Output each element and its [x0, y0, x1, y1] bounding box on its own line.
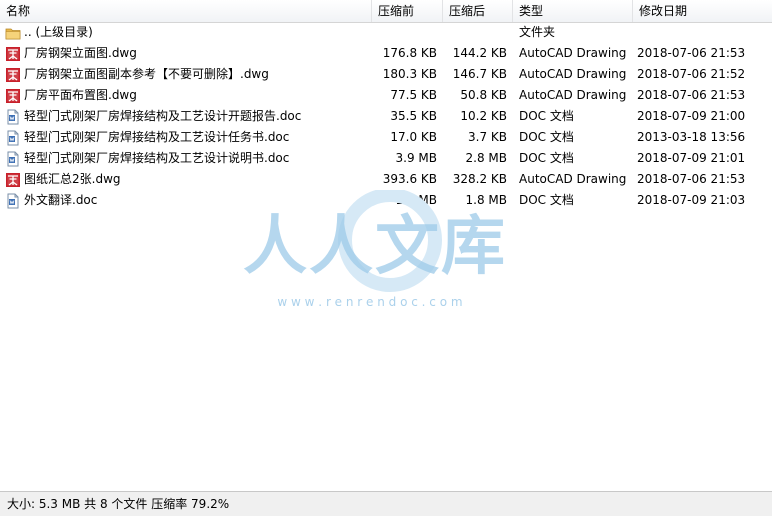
file-name-cell: 厂房钢架立面图.dwg — [0, 43, 372, 64]
table-row[interactable]: 图纸汇总2张.dwg 393.6 KB 328.2 KB AutoCAD Drawin… — [0, 169, 772, 190]
modified-date: 2018-07-09 21:01 — [637, 151, 746, 165]
watermark-url: w w w . r e n r e n d o c . c o m — [277, 295, 462, 309]
compressed-size: 144.2 KB — [452, 46, 507, 60]
modified-date: 2018-07-06 21:53 — [637, 88, 746, 102]
file-name-cell: 厂房平面布置图.dwg — [0, 85, 372, 106]
dwg-file-icon — [5, 67, 21, 83]
compressed-size: 3.7 KB — [468, 130, 507, 144]
dwg-file-icon — [5, 172, 21, 188]
file-type: DOC 文档 — [519, 193, 574, 207]
file-name-cell: 图纸汇总2张.dwg — [0, 169, 372, 190]
file-type: DOC 文档 — [519, 151, 574, 165]
file-name: .. (上级目录) — [24, 25, 93, 39]
column-header-type[interactable]: 类型 — [513, 0, 633, 22]
file-name-cell: 轻型门式刚架厂房焊接结构及工艺设计开题报告.doc — [0, 106, 372, 127]
dwg-file-icon — [5, 88, 21, 104]
file-name: 厂房钢架立面图.dwg — [24, 46, 137, 60]
file-type: DOC 文档 — [519, 130, 574, 144]
original-size: 393.6 KB — [382, 172, 437, 186]
compressed-size: 328.2 KB — [452, 172, 507, 186]
compressed-size: 2.8 MB — [465, 151, 507, 165]
original-size: 35.5 KB — [390, 109, 437, 123]
doc-file-icon — [5, 130, 21, 146]
original-size: 180.3 KB — [382, 67, 437, 81]
file-type: AutoCAD Drawing — [519, 88, 627, 102]
status-bar: 大小: 5.3 MB 共 8 个文件 压缩率 79.2% — [0, 491, 772, 516]
file-name: 轻型门式刚架厂房焊接结构及工艺设计开题报告.doc — [24, 109, 302, 123]
file-type: AutoCAD Drawing — [519, 46, 627, 60]
folder-icon — [5, 25, 21, 41]
file-name: 厂房钢架立面图副本参考【不要可删除】.dwg — [24, 67, 269, 81]
column-header: 名称 压缩前 压缩后 类型 修改日期 — [0, 0, 772, 23]
file-name: 外文翻译.doc — [24, 193, 98, 207]
file-list: .. (上级目录) 文件夹厂房钢架立面图.dwg 176.8 KB 144.2 KB A… — [0, 22, 772, 211]
compressed-size: 146.7 KB — [452, 67, 507, 81]
modified-date: 2013-03-18 13:56 — [637, 130, 746, 144]
file-name: 轻型门式刚架厂房焊接结构及工艺设计任务书.doc — [24, 130, 290, 144]
watermark-title: 人人文库 — [243, 210, 507, 284]
file-name-cell: 厂房钢架立面图副本参考【不要可删除】.dwg — [0, 64, 372, 85]
table-row[interactable]: 轻型门式刚架厂房焊接结构及工艺设计开题报告.doc 35.5 KB 10.2 KB D… — [0, 106, 772, 127]
table-row[interactable]: 外文翻译.doc 1.9 MB 1.8 MB DOC 文档 2018-07-09 21:… — [0, 190, 772, 211]
file-name: 图纸汇总2张.dwg — [24, 172, 121, 186]
file-type: 文件夹 — [519, 25, 556, 39]
file-name: 厂房平面布置图.dwg — [24, 88, 137, 102]
compressed-size: 50.8 KB — [460, 88, 507, 102]
table-row[interactable]: 轻型门式刚架厂房焊接结构及工艺设计任务书.doc 17.0 KB 3.7 KB DOC… — [0, 127, 772, 148]
table-row[interactable]: 厂房钢架立面图.dwg 176.8 KB 144.2 KB AutoCAD Drawi… — [0, 43, 772, 64]
status-text: 大小: 5.3 MB 共 8 个文件 压缩率 79.2% — [7, 497, 230, 511]
original-size: 176.8 KB — [382, 46, 437, 60]
doc-file-icon — [5, 193, 21, 209]
modified-date: 2018-07-06 21:52 — [637, 67, 746, 81]
file-name-cell: 轻型门式刚架厂房焊接结构及工艺设计说明书.doc — [0, 148, 372, 169]
doc-file-icon — [5, 151, 21, 167]
original-size: 17.0 KB — [390, 130, 437, 144]
modified-date: 2018-07-06 21:53 — [637, 46, 746, 60]
parent-directory-row[interactable]: .. (上级目录) 文件夹 — [0, 22, 772, 43]
table-row[interactable]: 轻型门式刚架厂房焊接结构及工艺设计说明书.doc 3.9 MB 2.8 MB DOC … — [0, 148, 772, 169]
original-size: 77.5 KB — [390, 88, 437, 102]
compressed-size: 10.2 KB — [460, 109, 507, 123]
modified-date: 2018-07-09 21:00 — [637, 109, 746, 123]
doc-file-icon — [5, 109, 21, 125]
column-header-original-size[interactable]: 压缩前 — [372, 0, 443, 22]
column-header-name[interactable]: 名称 — [0, 0, 372, 22]
original-size — [372, 22, 443, 43]
file-type: AutoCAD Drawing — [519, 172, 627, 186]
original-size: 3.9 MB — [395, 151, 437, 165]
table-row[interactable]: 厂房钢架立面图副本参考【不要可删除】.dwg 180.3 KB 146.7 KB Au… — [0, 64, 772, 85]
file-name-cell: 轻型门式刚架厂房焊接结构及工艺设计任务书.doc — [0, 127, 372, 148]
column-header-compressed-size[interactable]: 压缩后 — [443, 0, 513, 22]
compressed-size — [443, 22, 513, 43]
file-name-cell: 外文翻译.doc — [0, 190, 372, 211]
original-size: 1.9 MB — [395, 193, 437, 207]
table-row[interactable]: 厂房平面布置图.dwg 77.5 KB 50.8 KB AutoCAD Drawing… — [0, 85, 772, 106]
modified-date: 2018-07-06 21:53 — [637, 172, 746, 186]
dwg-file-icon — [5, 46, 21, 62]
column-header-modified[interactable]: 修改日期 — [633, 0, 772, 22]
file-name-cell: .. (上级目录) — [0, 22, 372, 43]
compressed-size: 1.8 MB — [465, 193, 507, 207]
file-type: AutoCAD Drawing — [519, 67, 627, 81]
file-type: DOC 文档 — [519, 109, 574, 123]
modified-date: 2018-07-09 21:03 — [637, 193, 746, 207]
file-name: 轻型门式刚架厂房焊接结构及工艺设计说明书.doc — [24, 151, 290, 165]
modified-date — [633, 22, 772, 43]
